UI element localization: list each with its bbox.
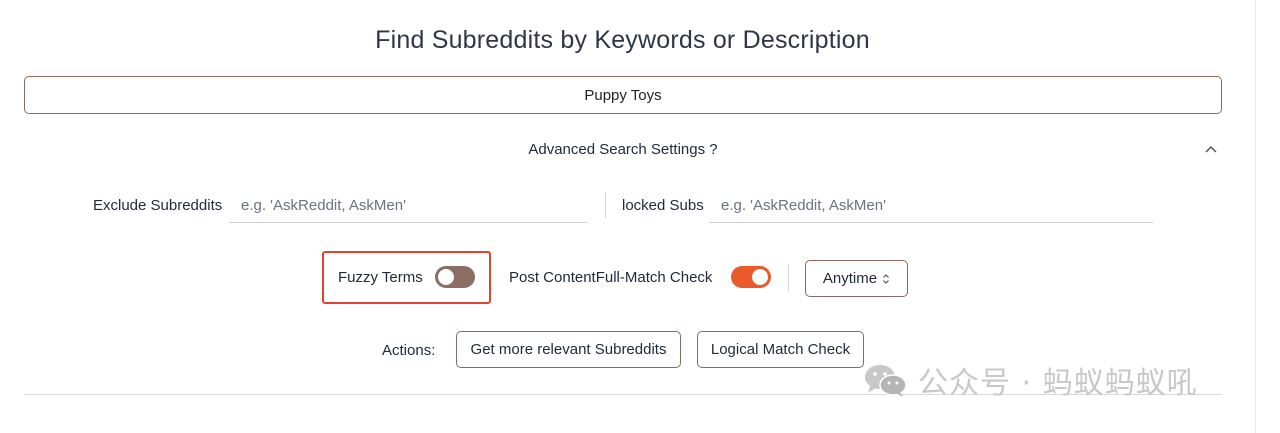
- toggle-knob: [438, 269, 454, 285]
- fuzzy-terms-toggle[interactable]: [435, 266, 475, 288]
- locked-subs-label: locked Subs: [622, 197, 704, 214]
- logical-match-check-button[interactable]: Logical Match Check: [697, 331, 864, 368]
- exclude-subreddits-label: Exclude Subreddits: [93, 197, 223, 214]
- field-divider: [605, 192, 606, 218]
- actions-label: Actions:: [382, 342, 436, 359]
- time-filter-value: Anytime: [822, 270, 878, 287]
- wechat-icon: [865, 365, 907, 397]
- advanced-settings-header[interactable]: Advanced Search Settings ?: [24, 138, 1222, 164]
- post-content-label: Post ContentFull-Match Check: [509, 269, 713, 286]
- advanced-settings-label: Advanced Search Settings ?: [528, 141, 718, 158]
- watermark: 公众号 · 蚂蚁蚂蚁吼: [862, 358, 1198, 402]
- time-filter-select[interactable]: Anytime: [805, 260, 908, 297]
- search-input[interactable]: [24, 76, 1222, 114]
- locked-subs-input[interactable]: [709, 189, 1153, 223]
- page-title: Find Subreddits by Keywords or Descripti…: [375, 26, 870, 54]
- toggle-knob: [752, 269, 768, 285]
- exclude-subreddits-input[interactable]: [229, 189, 588, 223]
- chevron-updown-icon: [883, 273, 890, 284]
- toolbar-divider: [788, 264, 789, 292]
- get-relevant-subreddits-button[interactable]: Get more relevant Subreddits: [456, 331, 681, 368]
- fuzzy-terms-label: Fuzzy Terms: [338, 269, 423, 286]
- chevron-up-icon[interactable]: [1204, 144, 1218, 154]
- watermark-text: 公众号 · 蚂蚁蚂蚁吼: [918, 366, 1198, 401]
- page-edge-divider: [1255, 0, 1256, 433]
- post-content-toggle[interactable]: [731, 266, 771, 288]
